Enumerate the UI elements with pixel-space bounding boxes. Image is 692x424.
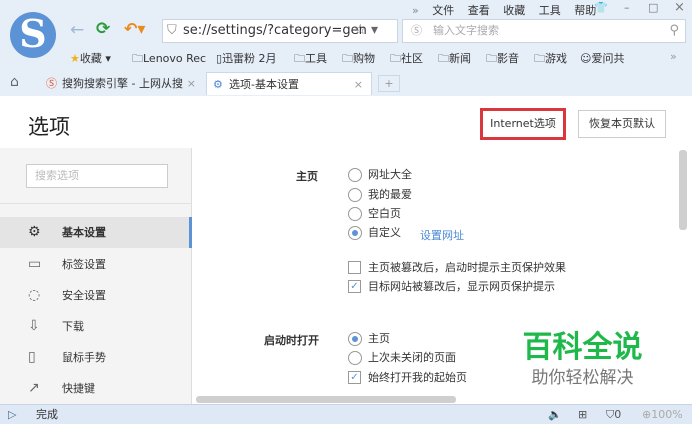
bookmark-community[interactable]: 🗀社区 <box>390 50 423 69</box>
homepage-option-custom[interactable]: 自定义 <box>348 225 401 241</box>
tab-close-icon[interactable]: × <box>187 72 196 95</box>
search-placeholder: 输入文字搜索 <box>433 24 499 37</box>
bookmark-tools[interactable]: 🗀工具 <box>294 50 327 69</box>
startup-always-checkbox[interactable]: ✓ 始终打开我的起始页 <box>348 370 467 386</box>
bookmark-games[interactable]: 🗀游戏 <box>534 50 567 69</box>
sidebar-item-download[interactable]: ⇩ 下载 <box>0 311 192 342</box>
tab-close-icon[interactable]: × <box>354 73 363 96</box>
watermark: 百科全说 助你轻松解决 <box>500 330 665 396</box>
status-bar: ▷ 完成 🔈 ⊞ ⛉0 ⊕100% <box>0 404 692 424</box>
menu-tools[interactable]: 工具 <box>539 4 561 17</box>
vertical-scrollbar[interactable] <box>679 150 687 230</box>
download-icon: ⇩ <box>28 318 40 334</box>
star-icon[interactable]: ☆ ▾ <box>354 22 378 38</box>
hijack-startup-checkbox[interactable]: 主页被篡改后，启动时提示主页保护效果 <box>348 260 566 276</box>
gear-icon: ⚙ <box>28 224 41 240</box>
startup-label: 启动时打开 <box>264 334 319 347</box>
sidebar-item-basic[interactable]: ⚙ 基本设置 <box>0 217 192 248</box>
sidebar-search-input[interactable]: 搜索选项 <box>26 164 168 188</box>
undo-icon[interactable]: ↶▾ <box>124 19 145 38</box>
tab-settings[interactable]: ⚙ 选项-基本设置 × <box>206 72 372 95</box>
magnifier-icon[interactable]: ⚲ <box>669 20 679 42</box>
menu-file[interactable]: 文件 <box>432 4 454 17</box>
startup-option-last[interactable]: 上次未关闭的页面 <box>348 350 456 366</box>
refresh-icon[interactable]: ⟳ <box>96 19 110 39</box>
toolbox-icon[interactable]: ⊞ <box>578 405 587 424</box>
restore-defaults-button[interactable]: 恢复本页默认 <box>578 110 666 138</box>
menu-bar: » 文件 查看 收藏 工具 帮助 <box>402 2 596 18</box>
sidebar: 搜索选项 ⚙ 基本设置 ▭ 标签设置 ◌ 安全设置 ⇩ 下载 ▯ 鼠标手势 ↗ 快捷键 <box>0 148 192 404</box>
sidebar-item-shortcuts[interactable]: ↗ 快捷键 <box>0 373 192 404</box>
settings-tab-icon: ⚙ <box>213 78 223 91</box>
tab-sogou[interactable]: Ⓢ 搜狗搜索引擎 - 上网从搜 × <box>40 72 202 95</box>
menu-view[interactable]: 查看 <box>468 4 490 17</box>
shield-icon: ⛉ <box>167 23 177 38</box>
set-url-link[interactable]: 设置网址 <box>420 227 464 243</box>
back-icon[interactable]: ← <box>70 20 84 40</box>
home-icon[interactable]: ⌂ <box>10 74 19 90</box>
new-tab-button[interactable]: + <box>378 75 400 92</box>
sidebar-item-gestures[interactable]: ▯ 鼠标手势 <box>0 342 192 373</box>
skin-icon[interactable]: 👕 <box>594 1 608 14</box>
page-title: 选项 <box>28 115 70 139</box>
hijack-site-checkbox[interactable]: ✓ 目标网站被篡改后，显示网页保护提示 <box>348 279 555 295</box>
bookmarks-more[interactable]: » <box>670 50 677 63</box>
sound-icon[interactable]: 🔈 <box>548 405 562 424</box>
star-icon: ★ <box>70 52 80 65</box>
adblock-icon[interactable]: ⛉0 <box>606 405 621 424</box>
shield-icon: ◌ <box>28 287 41 303</box>
maximize-button[interactable]: □ <box>648 1 658 14</box>
homepage-option-nav[interactable]: 网址大全 <box>348 167 412 183</box>
minimize-button[interactable]: – <box>624 1 630 14</box>
address-text: se://settings/?category=gen <box>183 23 367 38</box>
bookmark-news[interactable]: 🗀新闻 <box>438 50 471 69</box>
bookmark-favorites[interactable]: ★收藏 ▾ <box>70 50 111 66</box>
bookmark-media[interactable]: 🗀影音 <box>486 50 519 69</box>
zoom-level[interactable]: ⊕100% <box>642 405 683 424</box>
menu-favorites[interactable]: 收藏 <box>503 4 525 17</box>
horizontal-scrollbar[interactable] <box>196 396 456 403</box>
internet-options-button[interactable]: Internet选项 <box>480 108 566 140</box>
tab-icon: ▭ <box>28 256 42 272</box>
startup-option-home[interactable]: 主页 <box>348 331 390 347</box>
homepage-option-blank[interactable]: 空白页 <box>348 206 401 222</box>
sogou-search-icon: Ⓢ <box>411 24 422 37</box>
search-input[interactable]: Ⓢ 输入文字搜索 ⚲ <box>402 19 686 43</box>
menu-help[interactable]: 帮助 <box>574 4 596 17</box>
bookmark-lenovo[interactable]: 🗀Lenovo Rec <box>132 50 206 69</box>
sidebar-toggle-icon[interactable]: ▷ <box>8 405 16 424</box>
mouse-icon: ▯ <box>28 349 36 365</box>
sidebar-item-security[interactable]: ◌ 安全设置 <box>0 280 192 311</box>
sogou-icon: Ⓢ <box>46 77 57 90</box>
bookmark-iask[interactable]: ☺爱问共 <box>580 50 624 66</box>
status-text: 完成 <box>36 408 58 421</box>
homepage-label: 主页 <box>296 170 318 183</box>
close-button[interactable]: × <box>674 0 685 15</box>
homepage-option-favorites[interactable]: 我的最爱 <box>348 187 412 203</box>
sogou-logo[interactable]: S <box>10 12 56 58</box>
sidebar-item-tabs[interactable]: ▭ 标签设置 <box>0 249 192 280</box>
shortcut-icon: ↗ <box>28 380 40 396</box>
bookmark-shopping[interactable]: 🗀购物 <box>342 50 375 69</box>
menu-more[interactable]: » <box>412 4 419 17</box>
bookmark-xunlei[interactable]: ▯迅雷粉 2月 <box>216 50 277 66</box>
